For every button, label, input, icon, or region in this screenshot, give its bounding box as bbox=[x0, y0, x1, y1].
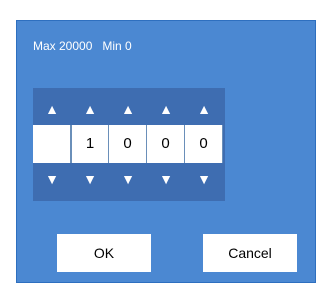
digit-cell-5[interactable]: 0 bbox=[185, 125, 223, 163]
digit-cell-4[interactable]: 0 bbox=[147, 125, 185, 163]
digit-cell-3[interactable]: 0 bbox=[109, 125, 147, 163]
digit-cell-2[interactable]: 1 bbox=[71, 125, 109, 163]
decrement-digit-2-arrow-icon[interactable]: ▼ bbox=[71, 164, 109, 194]
decrement-row: ▼ ▼ ▼ ▼ ▼ bbox=[33, 164, 225, 194]
increment-row: ▲ ▲ ▲ ▲ ▲ bbox=[33, 94, 225, 124]
increment-digit-2-arrow-icon[interactable]: ▲ bbox=[71, 94, 109, 124]
digit-cell-1[interactable] bbox=[33, 125, 71, 163]
number-input-dialog: Max 20000 Min 0 ▲ ▲ ▲ ▲ ▲ 1 0 0 0 ▼ ▼ ▼ … bbox=[16, 20, 316, 283]
cancel-button[interactable]: Cancel bbox=[203, 234, 297, 272]
decrement-digit-1-arrow-icon[interactable]: ▼ bbox=[33, 164, 71, 194]
decrement-digit-4-arrow-icon[interactable]: ▼ bbox=[147, 164, 185, 194]
decrement-digit-3-arrow-icon[interactable]: ▼ bbox=[109, 164, 147, 194]
increment-digit-3-arrow-icon[interactable]: ▲ bbox=[109, 94, 147, 124]
increment-digit-5-arrow-icon[interactable]: ▲ bbox=[185, 94, 223, 124]
increment-digit-4-arrow-icon[interactable]: ▲ bbox=[147, 94, 185, 124]
digits-row: 1 0 0 0 bbox=[33, 125, 225, 163]
range-label: Max 20000 Min 0 bbox=[33, 39, 132, 53]
increment-digit-1-arrow-icon[interactable]: ▲ bbox=[33, 94, 71, 124]
decrement-digit-5-arrow-icon[interactable]: ▼ bbox=[185, 164, 223, 194]
digit-spinner: ▲ ▲ ▲ ▲ ▲ 1 0 0 0 ▼ ▼ ▼ ▼ ▼ bbox=[33, 88, 225, 201]
ok-button[interactable]: OK bbox=[57, 234, 151, 272]
